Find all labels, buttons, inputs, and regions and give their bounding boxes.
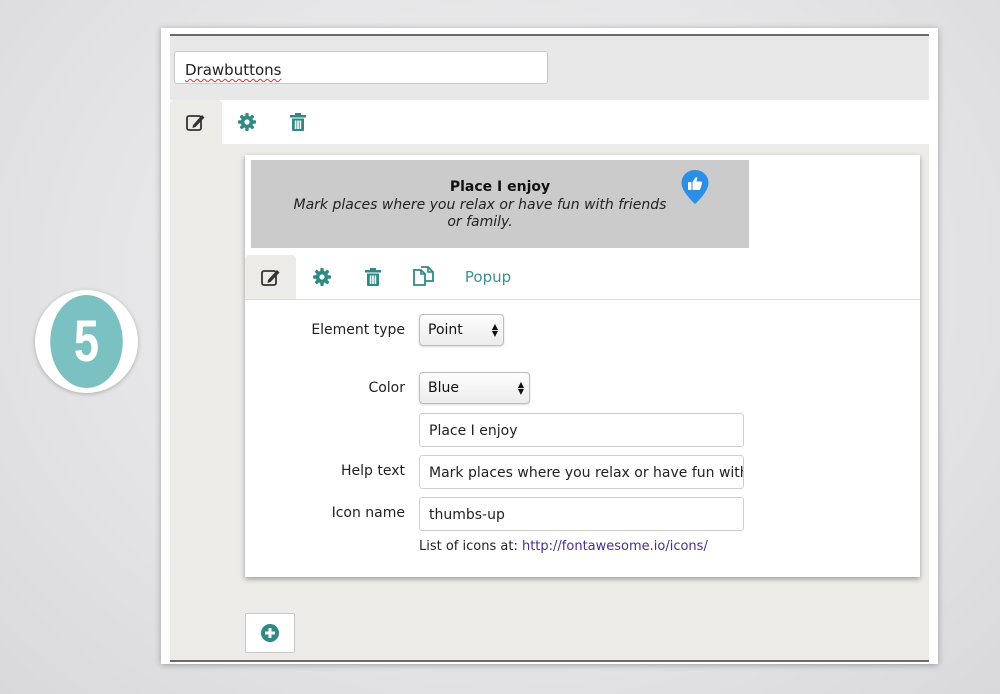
preview-help: Mark places where you relax or have fun … <box>293 197 667 230</box>
title-field[interactable]: Place I enjoy <box>419 413 744 447</box>
step-badge: 5 <box>35 290 138 393</box>
preview-title: Place I enjoy <box>449 179 551 195</box>
select-arrows-icon: ▲ ▼ <box>491 322 498 338</box>
help-text-label: Help text <box>341 463 405 479</box>
trash-icon <box>290 113 306 131</box>
layer-panel: Drawbuttons Place I enjoy Mark places wh… <box>170 34 929 662</box>
plus-circle-icon <box>261 624 279 642</box>
edit-icon <box>186 115 205 131</box>
step-number: 5 <box>50 295 123 388</box>
map-marker-icon <box>681 170 709 204</box>
icon-name-field[interactable]: thumbs-up <box>419 497 744 531</box>
element-type-label: Element type <box>311 322 405 338</box>
icons-list-link[interactable]: http://fontawesome.io/icons/ <box>522 539 708 554</box>
element-card: Place I enjoy Mark places where you rela… <box>245 155 920 577</box>
icons-list-prefix: List of icons at: <box>419 539 518 554</box>
color-select[interactable]: Blue ▲ ▼ <box>419 372 530 404</box>
layer-tabbar <box>170 100 929 144</box>
element-tabbar: Popup <box>245 255 920 300</box>
tab-edit[interactable] <box>170 100 222 144</box>
trash-icon <box>365 268 381 286</box>
tab-element-duplicate[interactable] <box>409 255 439 299</box>
gear-icon <box>238 113 256 131</box>
tab-element-edit[interactable] <box>245 255 296 299</box>
icons-list-hint: List of icons at: http://fontawesome.io/… <box>419 539 708 554</box>
icon-name-label: Icon name <box>331 505 405 521</box>
element-type-select[interactable]: Point ▲ ▼ <box>419 314 504 346</box>
gear-icon <box>313 268 331 286</box>
tab-element-settings[interactable] <box>307 255 337 299</box>
tab-delete[interactable] <box>283 100 313 144</box>
copy-icon <box>413 266 434 286</box>
editor-frame: Drawbuttons Place I enjoy Mark places wh… <box>161 28 938 664</box>
layer-name-input[interactable]: Drawbuttons <box>174 51 548 84</box>
add-element-button[interactable] <box>245 613 295 653</box>
tab-popup[interactable]: Popup <box>457 255 519 299</box>
element-preview: Place I enjoy Mark places where you rela… <box>251 160 749 248</box>
layer-header: Drawbuttons <box>170 36 929 100</box>
edit-icon <box>260 270 279 286</box>
select-arrows-icon: ▲ ▼ <box>517 380 524 396</box>
color-label: Color <box>368 380 405 396</box>
tab-element-delete[interactable] <box>358 255 388 299</box>
tab-settings[interactable] <box>232 100 262 144</box>
help-text-field[interactable]: Mark places where you relax or have fun … <box>419 455 744 489</box>
